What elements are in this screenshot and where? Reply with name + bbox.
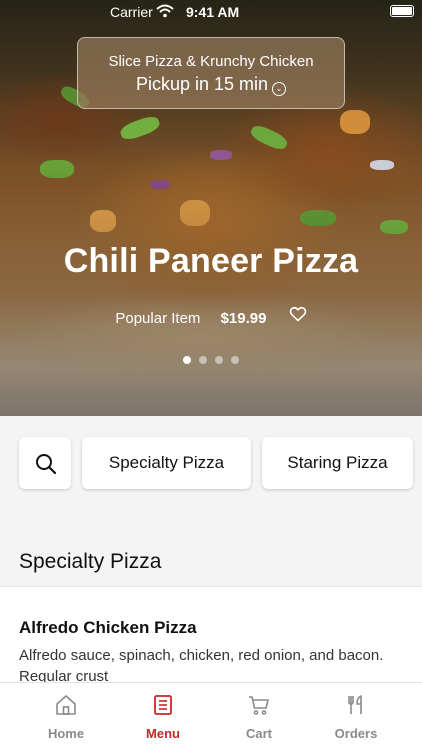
popular-tag: Popular Item: [115, 309, 201, 327]
chevron-down-icon: ⌄: [272, 82, 287, 96]
category-staring-pizza[interactable]: Staring Pizza: [262, 437, 413, 489]
cart-icon: [249, 696, 269, 715]
menu-item-name: Alfredo Chicken Pizza: [19, 618, 197, 637]
store-name: Slice Pizza & Krunchy Chicken: [108, 53, 314, 70]
status-bar: Carrier 9:41 AM: [0, 0, 422, 24]
carousel-dot[interactable]: [183, 356, 191, 364]
featured-item-title: Chili Paneer Pizza: [63, 242, 359, 280]
fork-knife-icon: [348, 695, 362, 714]
tab-home[interactable]: Home: [18, 683, 114, 750]
carousel-indicator[interactable]: [0, 351, 422, 369]
menu-icon: [154, 695, 172, 715]
menu-item[interactable]: Alfredo Chicken Pizza Alfredo sauce, spi…: [0, 586, 422, 686]
menu-item-description: Alfredo sauce, spinach, chicken, red oni…: [19, 647, 384, 685]
battery-icon: [390, 5, 414, 17]
carrier-label: Carrier: [110, 4, 153, 20]
section-title: Specialty Pizza: [19, 550, 162, 573]
home-icon: [56, 695, 76, 715]
pickup-time: Pickup in 15 min ⌄: [78, 74, 344, 96]
featured-item-meta: Popular Item $19.99: [0, 306, 422, 327]
category-bar: Specialty Pizza Staring Pizza: [0, 416, 422, 518]
tab-cart[interactable]: Cart: [211, 683, 307, 750]
heart-icon[interactable]: [289, 306, 307, 322]
hero-banner[interactable]: Carrier 9:41 AM Slice Pizza & Krunchy Ch…: [0, 0, 422, 416]
app-screen: Carrier 9:41 AM Slice Pizza & Krunchy Ch…: [0, 0, 422, 750]
wifi-icon: [156, 4, 174, 18]
tab-bar: Home Menu Cart Orders: [0, 682, 422, 750]
featured-price: $19.99: [220, 309, 267, 327]
carousel-dot[interactable]: [231, 356, 239, 364]
tab-orders[interactable]: Orders: [308, 683, 404, 750]
carousel-dot[interactable]: [215, 356, 223, 364]
category-specialty-pizza[interactable]: Specialty Pizza: [82, 437, 251, 489]
tab-menu[interactable]: Menu: [115, 683, 211, 750]
search-button[interactable]: [19, 437, 71, 489]
search-icon: [36, 454, 57, 475]
clock: 9:41 AM: [186, 4, 240, 20]
carousel-dot[interactable]: [199, 356, 207, 364]
store-selector[interactable]: Slice Pizza & Krunchy Chicken Pickup in …: [77, 37, 345, 109]
